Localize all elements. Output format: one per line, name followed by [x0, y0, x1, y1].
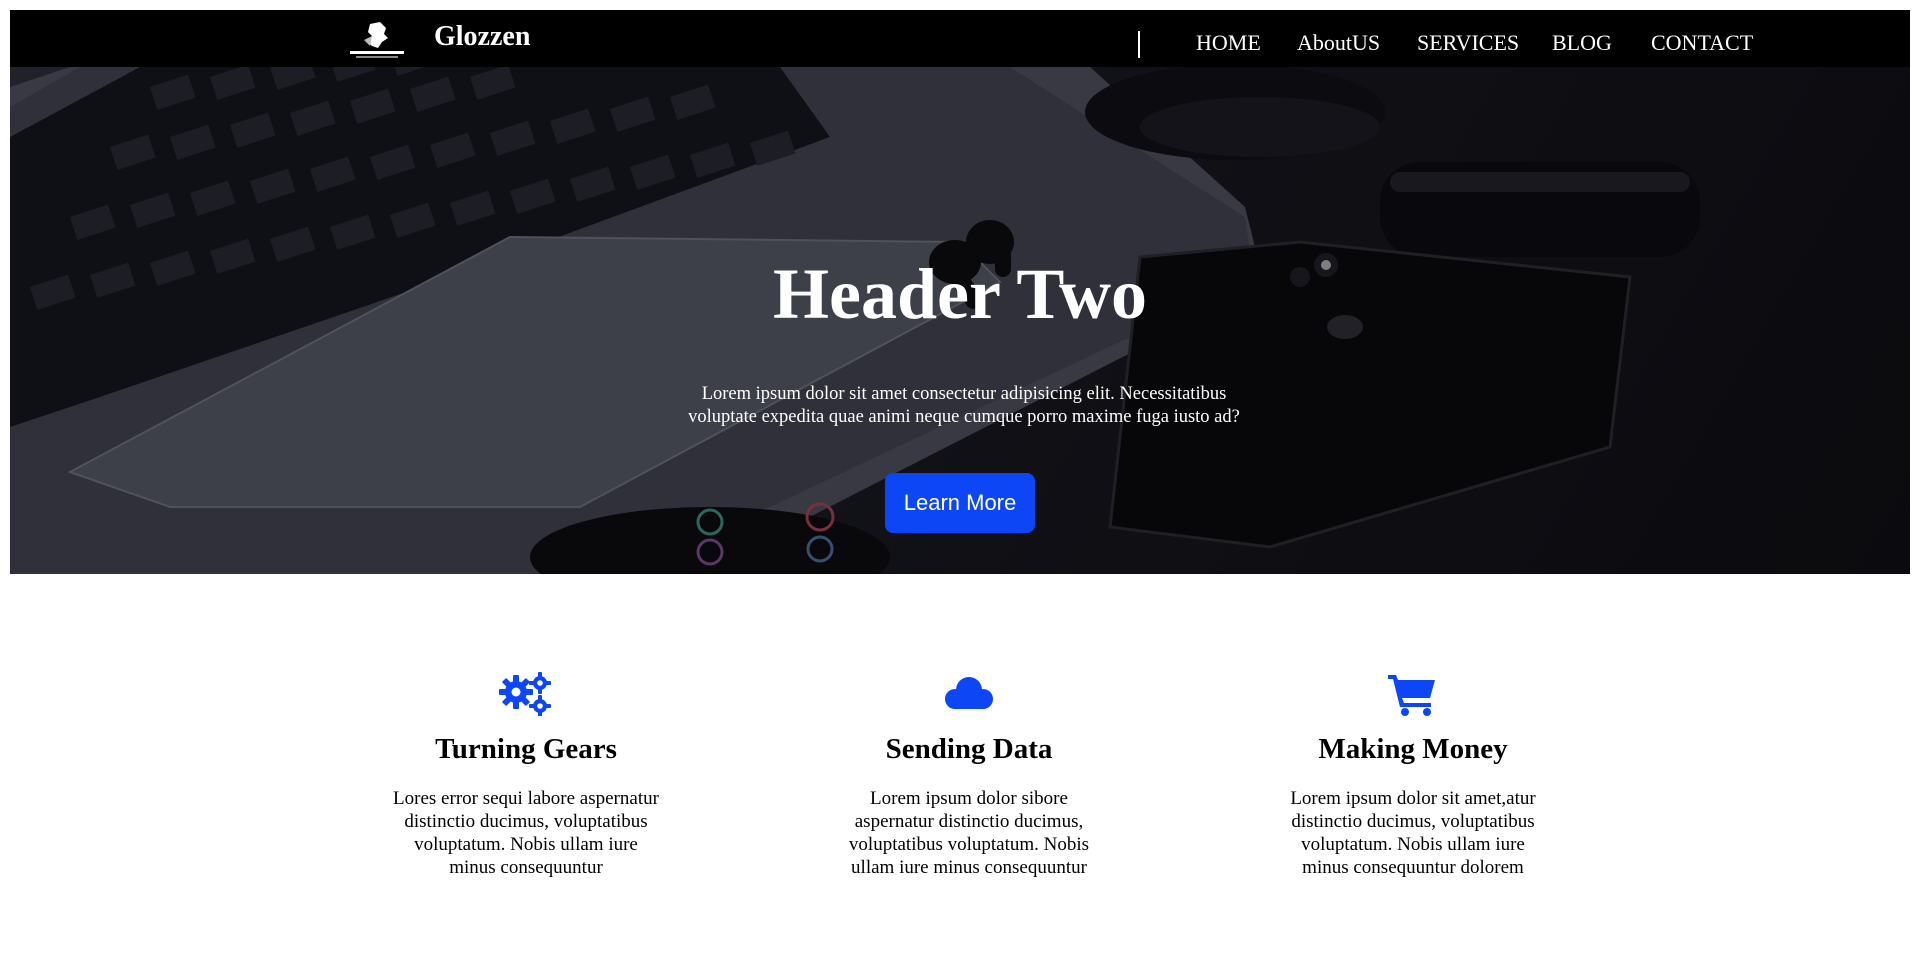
hero-description: Lorem ipsum dolor sit amet consectetur a… — [688, 384, 1240, 427]
feature-title: Making Money — [1318, 733, 1508, 765]
navbar: Glozzen HOME AboutUS SERVICES BLOG CONTA… — [10, 10, 1910, 67]
spartans-logo[interactable] — [342, 20, 412, 60]
feature-turning-gears: Turning Gears Lores error sequi labore a… — [391, 672, 661, 879]
page: Glozzen HOME AboutUS SERVICES BLOG CONTA… — [10, 10, 1910, 974]
features-section: Turning Gears Lores error sequi labore a… — [10, 574, 1910, 974]
feature-text: Lorem ipsum dolor sibore aspernatur dist… — [848, 787, 1090, 878]
nav-link-services[interactable]: SERVICES — [1417, 30, 1519, 56]
feature-title: Turning Gears — [435, 733, 617, 765]
cart-icon — [1388, 675, 1435, 716]
nav-link-contact[interactable]: CONTACT — [1651, 30, 1753, 56]
nav-link-home[interactable]: HOME — [1196, 30, 1261, 56]
feature-title: Sending Data — [885, 733, 1053, 765]
feature-sending-data: Sending Data Lorem ipsum dolor sibore as… — [834, 672, 1104, 879]
hero-title: Header Two — [773, 254, 1147, 334]
gears-icon — [499, 672, 551, 716]
brand-name[interactable]: Glozzen — [434, 21, 530, 53]
nav-link-blog[interactable]: BLOG — [1552, 30, 1612, 56]
cloud-icon — [945, 677, 993, 709]
feature-making-money: Making Money Lorem ipsum dolor sit amet,… — [1278, 672, 1548, 879]
nav-link-about[interactable]: AboutUS — [1297, 30, 1380, 56]
learn-more-button[interactable]: Learn More — [885, 473, 1035, 533]
feature-text: Lores error sequi labore aspernatur dist… — [393, 787, 659, 878]
feature-text: Lorem ipsum dolor sit amet,atur distinct… — [1290, 787, 1536, 878]
nav-divider — [1138, 31, 1140, 58]
